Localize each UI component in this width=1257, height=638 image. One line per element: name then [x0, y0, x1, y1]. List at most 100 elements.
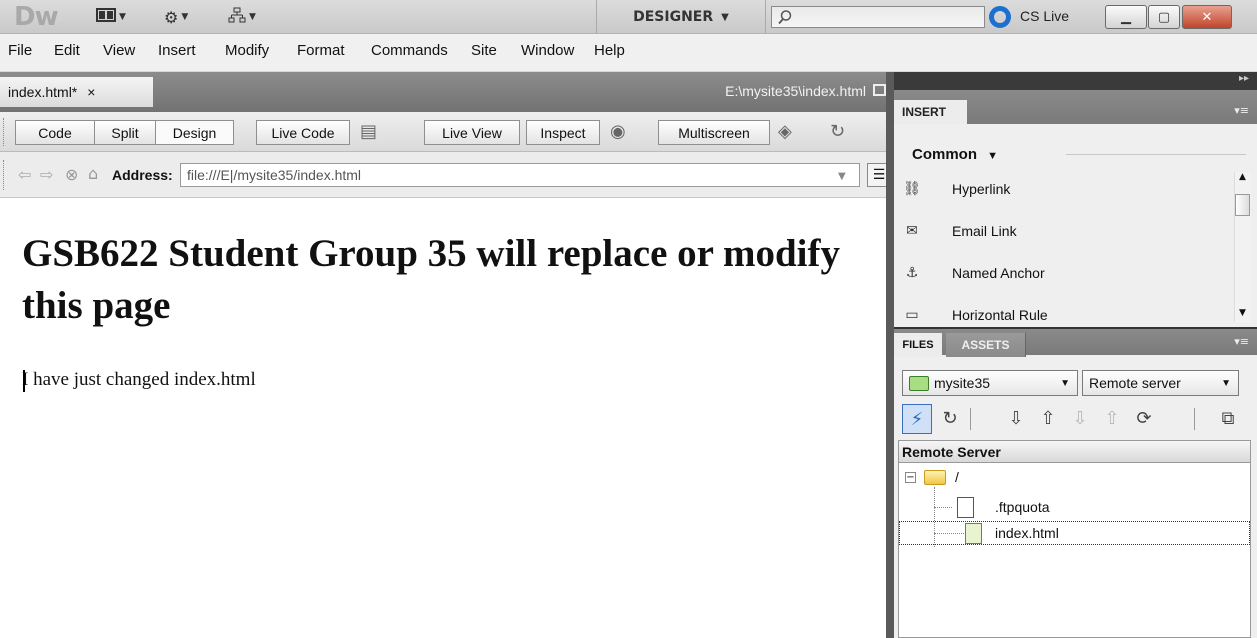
design-view-button[interactable]: Design [155, 120, 234, 145]
close-tab-icon[interactable]: × [87, 84, 95, 100]
code-view-button[interactable]: Code [15, 120, 95, 145]
tab-files[interactable]: FILES [894, 333, 942, 357]
named-anchor-icon: ⚓ [905, 265, 919, 281]
file-item[interactable]: index.html [995, 521, 1059, 545]
insert-category-select[interactable]: Common ▼ [912, 146, 998, 163]
browser-navigation-bar: ⇦ ⇨ ⊗ ⌂ Address: file:///E|/mysite35/ind… [0, 152, 894, 198]
cs-live-icon[interactable] [989, 6, 1011, 28]
restore-window-icon[interactable] [873, 84, 886, 96]
insert-item-horizontal-rule[interactable]: ▭ Horizontal Rule [902, 302, 1222, 328]
connect-icon: ⚡ [910, 408, 924, 430]
check-out-button[interactable]: ⇩ [1066, 404, 1094, 432]
expand-icon: ⧉ [1221, 407, 1235, 429]
synchronize-button[interactable]: ⟳ [1130, 404, 1158, 432]
tab-insert[interactable]: INSERT [894, 100, 967, 124]
menu-view[interactable]: View [103, 42, 135, 59]
document-tab[interactable]: index.html* × [0, 77, 153, 107]
divider [1194, 408, 1195, 430]
toolbar-grip[interactable] [3, 118, 7, 146]
workspace-switcher[interactable]: DESIGNER ▼ [596, 0, 766, 34]
search-icon [778, 10, 792, 25]
scrollbar-thumb[interactable] [1235, 194, 1250, 216]
site-folder-icon [909, 375, 929, 391]
design-view[interactable]: GSB622 Student Group 35 will replace or … [0, 198, 886, 638]
files-panel-tabs: FILES ASSETS ▾≡ [894, 327, 1257, 357]
panel-dock: ▸▸ INSERT ▾≡ Common ▼ ⛓ Hyperlink ✉ Emai… [894, 72, 1257, 638]
page-paragraph[interactable]: I have just changed index.html [22, 369, 256, 391]
files-toolbar: ⚡ ↻ ⇩ ⇧ ⇩ ⇧ ⟳ ⧉ [894, 402, 1257, 436]
minimize-icon: ▁ [1121, 9, 1131, 25]
tree-column-header: Remote Server [899, 441, 1250, 463]
menu-edit[interactable]: Edit [54, 42, 80, 59]
dreamweaver-logo: Dw [14, 2, 59, 32]
selected-file-row[interactable] [899, 521, 1250, 545]
refresh-button[interactable]: ↻ [936, 404, 964, 432]
insert-category-label: Common [912, 146, 977, 163]
menu-bar: File Edit View Insert Modify Format Comm… [0, 34, 1257, 72]
document-tab-bar: index.html* × E:\mysite35\index.html [0, 72, 894, 112]
collapse-to-icons-icon[interactable]: ▸▸ [1239, 73, 1249, 84]
tab-assets[interactable]: ASSETS [946, 333, 1026, 357]
multiscreen-button[interactable]: Multiscreen [658, 120, 770, 145]
divider [1066, 154, 1246, 155]
connect-button[interactable]: ⚡ [902, 404, 932, 434]
get-files-button[interactable]: ⇩ [1002, 404, 1030, 432]
close-button[interactable]: ✕ [1182, 5, 1232, 29]
live-view-button[interactable]: Live View [424, 120, 520, 145]
forward-icon[interactable]: ⇨ [40, 165, 53, 184]
inspect-button[interactable]: Inspect [526, 120, 600, 145]
menu-modify[interactable]: Modify [225, 42, 269, 59]
menu-format[interactable]: Format [297, 42, 345, 59]
menu-file[interactable]: File [8, 42, 32, 59]
refresh-icon[interactable]: ↻ [830, 121, 845, 142]
menu-site[interactable]: Site [471, 42, 497, 59]
insert-panel-tabs: INSERT ▾≡ [894, 90, 1257, 124]
panel-splitter[interactable] [886, 72, 894, 638]
chevron-down-icon[interactable]: ▼ [838, 171, 846, 182]
expand-files-button[interactable]: ⧉ [1214, 404, 1242, 432]
stop-icon[interactable]: ⊗ [65, 165, 78, 184]
horizontal-rule-icon: ▭ [905, 307, 919, 323]
split-view-button[interactable]: Split [94, 120, 156, 145]
site-select-value: mysite35 [934, 375, 991, 391]
panel-options-icon[interactable]: ▾≡ [1234, 104, 1249, 117]
view-select[interactable]: Remote server ▼ [1082, 370, 1239, 396]
tree-root-label[interactable]: / [955, 465, 959, 489]
home-icon[interactable]: ⌂ [88, 164, 98, 183]
site-structure-icon [228, 7, 246, 27]
layout-menu[interactable]: ▼ [96, 7, 126, 27]
workspace-label: DESIGNER [633, 9, 714, 25]
menu-insert[interactable]: Insert [158, 42, 196, 59]
site-menu[interactable]: ▼ [228, 7, 256, 27]
address-input[interactable]: file:///E|/mysite35/index.html [180, 163, 860, 187]
menu-commands[interactable]: Commands [371, 42, 448, 59]
insert-item-hyperlink[interactable]: ⛓ Hyperlink [902, 176, 1222, 202]
insert-item-email-link[interactable]: ✉ Email Link [902, 218, 1222, 244]
file-item[interactable]: .ftpquota [995, 495, 1050, 519]
live-code-button[interactable]: Live Code [256, 120, 350, 145]
scroll-down-icon[interactable]: ▼ [1239, 308, 1246, 318]
folder-icon [924, 470, 946, 485]
toolbar-grip[interactable] [3, 160, 7, 190]
collapse-icon[interactable]: − [905, 472, 916, 483]
browser-preview-icon[interactable]: ◉ [610, 121, 626, 142]
insert-item-named-anchor[interactable]: ⚓ Named Anchor [902, 260, 1222, 286]
maximize-button[interactable]: ▢ [1148, 5, 1180, 29]
back-icon[interactable]: ⇦ [18, 165, 31, 184]
minimize-button[interactable]: ▁ [1105, 5, 1147, 29]
menu-window[interactable]: Window [521, 42, 574, 59]
search-field[interactable] [771, 6, 985, 28]
cs-live-label[interactable]: CS Live [1020, 8, 1069, 24]
put-files-button[interactable]: ⇧ [1034, 404, 1062, 432]
check-in-button[interactable]: ⇧ [1098, 404, 1126, 432]
menu-help[interactable]: Help [594, 42, 625, 59]
site-select[interactable]: mysite35 ▼ [902, 370, 1078, 396]
extend-menu[interactable]: ⚙ ▼ [164, 7, 188, 27]
insert-item-label: Named Anchor [952, 265, 1045, 281]
application-bar: Dw ▼ ⚙ ▼ ▼ DESIGNER ▼ CS Live ▁ ▢ ✕ [0, 0, 1257, 34]
visual-aids-icon[interactable]: ◈ [778, 121, 792, 142]
check-browser-compatibility-icon[interactable]: ▤ [360, 121, 377, 142]
page-heading[interactable]: GSB622 Student Group 35 will replace or … [22, 228, 872, 332]
scroll-up-icon[interactable]: ▲ [1239, 172, 1246, 182]
panel-options-icon[interactable]: ▾≡ [1234, 335, 1249, 348]
